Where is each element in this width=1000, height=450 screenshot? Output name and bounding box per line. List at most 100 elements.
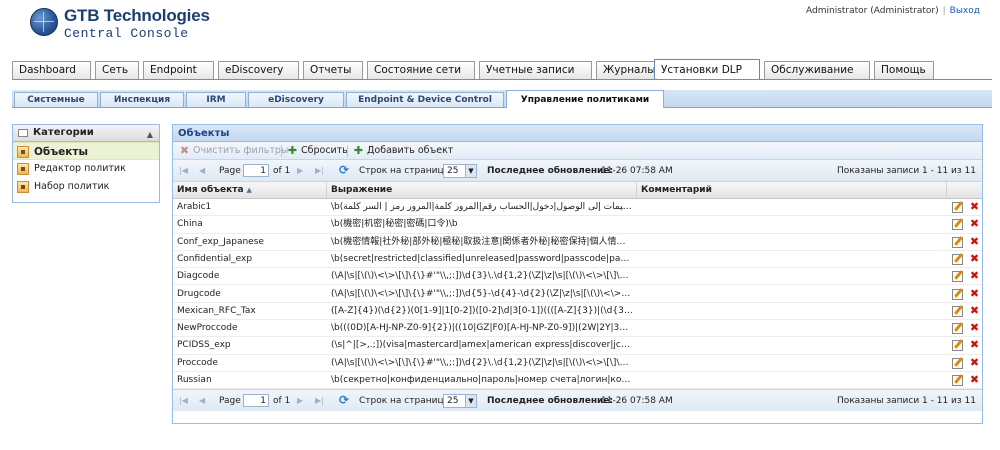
edit-icon[interactable]: [952, 236, 963, 248]
delete-icon[interactable]: ✖: [969, 253, 980, 264]
logo-title: GTB Technologies: [64, 6, 210, 25]
bottom-pager: |◀ ◀ Page 1 of 1 ▶ ▶| ⟳ Строк на страниц…: [173, 389, 982, 411]
last-update-label: Последнее обновление:: [487, 396, 614, 406]
rows-per-page-select[interactable]: 25 ▼: [443, 164, 477, 178]
table-row[interactable]: NewProccode \b(((0D)[A-HJ-NP-Z0-9]{2})|((…: [173, 320, 982, 338]
table-row[interactable]: Russian \b(секретно|конфиденциально|парол…: [173, 372, 982, 390]
top-pager: |◀ ◀ Page 1 of 1 ▶ ▶| ⟳ Строк на страниц…: [173, 160, 982, 182]
subtab-endpoint-device-control[interactable]: Endpoint & Device Control: [346, 92, 504, 107]
subtab-system[interactable]: Системные: [14, 92, 98, 107]
table-row[interactable]: Drugcode (\A|\s|[\(\)\<\>\[\]\{\}#'"\\,;:…: [173, 286, 982, 303]
page-of-label: of 1: [273, 396, 291, 406]
edit-icon[interactable]: [952, 305, 963, 317]
object-name-cell: NewProccode: [177, 323, 238, 334]
delete-icon[interactable]: ✖: [969, 305, 980, 316]
object-comment-cell: [637, 216, 942, 233]
prev-page-icon[interactable]: ◀: [199, 394, 205, 408]
categories-title: Категории: [33, 127, 94, 138]
subtab-inspection[interactable]: Инспекция: [100, 92, 184, 107]
first-page-icon[interactable]: |◀: [179, 164, 188, 178]
policy-set-icon: [17, 181, 29, 193]
edit-icon[interactable]: [952, 253, 963, 265]
column-name-header[interactable]: Имя объекта ▲: [173, 182, 327, 199]
tab-network-status[interactable]: Состояние сети: [367, 61, 475, 79]
refresh-icon[interactable]: ⟳: [339, 393, 349, 407]
tab-help[interactable]: Помощь: [874, 61, 934, 79]
first-page-icon[interactable]: |◀: [179, 394, 188, 408]
tab-dashboard[interactable]: Dashboard: [12, 61, 91, 79]
toolbar-separator: [281, 145, 282, 157]
category-label: Редактор политик: [34, 163, 126, 174]
prev-page-icon[interactable]: ◀: [199, 164, 205, 178]
sort-asc-icon: ▲: [246, 186, 252, 194]
column-expression-header[interactable]: Выражение: [327, 182, 637, 199]
rows-per-page-label: Строк на странице:: [359, 166, 453, 176]
delete-icon[interactable]: ✖: [969, 201, 980, 212]
rows-per-page-label: Строк на странице:: [359, 396, 453, 406]
edit-icon[interactable]: [952, 202, 963, 213]
edit-icon[interactable]: [952, 288, 963, 300]
page-number-input[interactable]: 1: [243, 394, 269, 407]
rows-per-page-select[interactable]: 25 ▼: [443, 394, 477, 408]
delete-icon[interactable]: ✖: [969, 374, 980, 385]
edit-icon[interactable]: [952, 340, 963, 352]
tab-ediscovery[interactable]: eDiscovery: [218, 61, 299, 79]
refresh-icon[interactable]: ⟳: [339, 163, 349, 177]
grid-header: Имя объекта ▲ Выражение Комментарий: [173, 182, 982, 199]
column-comment-header[interactable]: Комментарий: [637, 182, 947, 199]
category-policy-editor[interactable]: Редактор политик: [13, 160, 159, 178]
edit-icon[interactable]: [952, 375, 963, 386]
table-row[interactable]: Conf_exp_Japanese \b(機密情報|社外秘|部外秘|極秘|取扱注意…: [173, 234, 982, 251]
last-page-icon[interactable]: ▶|: [315, 394, 324, 408]
object-expression-cell: \b(секретно|конфиденциально|пароль|номер…: [331, 375, 637, 385]
table-row[interactable]: PCIDSS_exp (\s|^|[>,.;])(visa|mastercard|…: [173, 337, 982, 355]
table-row[interactable]: Arabic1 \b(السري الرقم|البرمجية التعليمات…: [173, 199, 982, 217]
page-number-input[interactable]: 1: [243, 164, 269, 177]
tab-endpoint[interactable]: Endpoint: [143, 61, 214, 79]
logout-link[interactable]: Выход: [950, 6, 980, 16]
logo-subtitle: Central Console: [64, 26, 189, 41]
clear-filters-button[interactable]: ✖ Очистить фильтры: [179, 144, 289, 158]
tab-accounts[interactable]: Учетные записи: [479, 61, 592, 79]
table-row[interactable]: China \b(機密|机密|秘密|密碼|口令)\b ✖: [173, 216, 982, 234]
add-object-button[interactable]: ✚ Добавить объект: [353, 144, 453, 158]
tab-logs[interactable]: Журналы: [596, 61, 662, 79]
subtab-ediscovery[interactable]: eDiscovery: [248, 92, 344, 107]
delete-icon[interactable]: ✖: [969, 218, 980, 229]
table-row[interactable]: Confidential_exp \b(secret|restricted|cla…: [173, 251, 982, 269]
object-comment-cell: [637, 355, 942, 372]
object-comment-cell: [637, 268, 942, 285]
delete-icon[interactable]: ✖: [969, 339, 980, 350]
rows-per-page-value: 25: [447, 396, 459, 406]
table-row[interactable]: Mexican_RFC_Tax ([A-Z]{4})(\d{2})(0[1-9]|…: [173, 303, 982, 321]
reset-button[interactable]: ✚ Сбросить: [287, 144, 348, 158]
next-page-icon[interactable]: ▶: [297, 164, 303, 178]
tab-network[interactable]: Сеть: [95, 61, 139, 79]
page-label: Page: [219, 396, 241, 406]
tab-maintenance[interactable]: Обслуживание: [764, 61, 870, 79]
delete-icon[interactable]: ✖: [969, 357, 980, 368]
tab-dlp-settings[interactable]: Установки DLP: [654, 59, 760, 79]
category-objects[interactable]: Объекты: [13, 142, 159, 160]
next-page-icon[interactable]: ▶: [297, 394, 303, 408]
tab-reports[interactable]: Отчеты: [303, 61, 363, 79]
edit-icon[interactable]: [952, 357, 963, 369]
edit-icon[interactable]: [952, 271, 963, 283]
edit-icon[interactable]: [952, 219, 963, 231]
subtab-irm[interactable]: IRM: [186, 92, 246, 107]
last-page-icon[interactable]: ▶|: [315, 164, 324, 178]
object-name-cell: PCIDSS_exp: [177, 340, 231, 351]
category-policy-set[interactable]: Набор политик: [13, 178, 159, 196]
edit-icon[interactable]: [952, 323, 963, 335]
reset-arrow-icon: ✚: [287, 144, 298, 157]
table-row[interactable]: Diagcode (\A|\s|[\(\)\<\>\[\]\{\}#'"\\,;:…: [173, 268, 982, 286]
category-label: Объекты: [34, 146, 88, 158]
table-row[interactable]: Proccode (\A|\s|[\(\)\<\>\[\]\{\}#'"\\,;:…: [173, 355, 982, 372]
subtab-policy-management[interactable]: Управление политиками: [506, 90, 664, 108]
delete-icon[interactable]: ✖: [969, 270, 980, 281]
sub-nav-tabs: Системные Инспекция IRM eDiscovery Endpo…: [12, 90, 992, 108]
delete-icon[interactable]: ✖: [969, 288, 980, 299]
collapse-up-icon[interactable]: ▲: [147, 127, 153, 143]
delete-icon[interactable]: ✖: [969, 236, 980, 247]
delete-icon[interactable]: ✖: [969, 322, 980, 333]
